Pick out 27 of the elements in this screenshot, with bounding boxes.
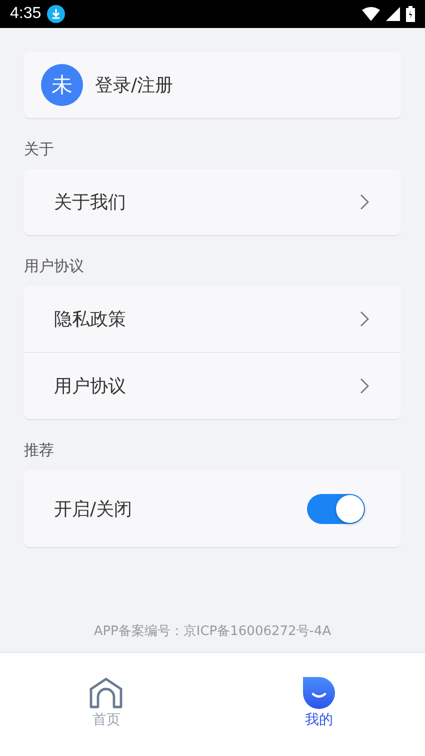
section-title: 用户协议	[24, 257, 85, 276]
row-label: 关于我们	[54, 191, 126, 214]
chevron-icon	[360, 194, 369, 210]
row-label: 隐私政策	[54, 308, 126, 331]
settings-row[interactable]: 用户协议	[24, 352, 401, 419]
row-label: 开启/关闭	[54, 498, 132, 520]
chevron-icon	[360, 311, 369, 327]
section-title: 关于	[24, 140, 55, 159]
signal-icon	[386, 7, 400, 21]
chevron-icon	[360, 378, 369, 394]
login-label: 登录/注册	[95, 74, 174, 97]
footer-text: APP备案编号：京ICP备16006272号-4A	[92, 623, 332, 641]
avatar: 未	[41, 64, 83, 106]
battery-icon	[406, 6, 415, 22]
row-label: 用户协议	[54, 375, 126, 398]
house-icon	[89, 677, 124, 709]
settings-row[interactable]: 开启/关闭	[24, 470, 401, 547]
wifi-icon	[362, 7, 380, 21]
settings-row[interactable]: 关于我们	[24, 169, 401, 235]
status-time: 4:35	[10, 5, 42, 23]
smile-icon	[302, 677, 335, 709]
nav-tab[interactable]: 我的	[212, 677, 425, 756]
toggle-switch[interactable]	[307, 494, 365, 524]
section-title: 推荐	[24, 441, 55, 460]
login-card[interactable]: 未 登录/注册	[24, 52, 401, 118]
settings-row[interactable]: 隐私政策	[24, 286, 401, 352]
download-icon	[47, 5, 66, 23]
